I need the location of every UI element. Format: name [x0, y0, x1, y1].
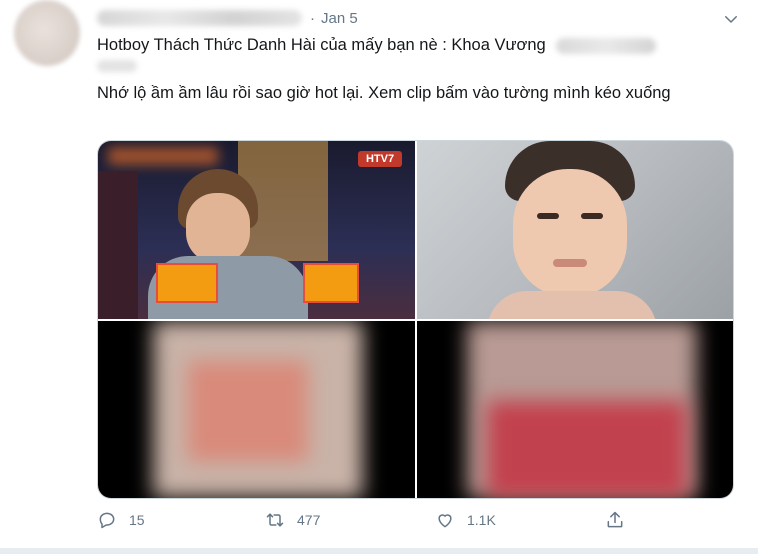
- small-frame-right: [303, 263, 359, 303]
- share-button[interactable]: [605, 510, 637, 530]
- tweet-text-body: Nhớ lộ ầm ầm lâu rồi sao giờ hot lại. Xe…: [97, 84, 671, 102]
- heart-icon: [438, 514, 452, 528]
- reply-count: 15: [129, 512, 145, 528]
- media-image-blurred-2[interactable]: [416, 321, 733, 498]
- media-grid: HTV7: [97, 140, 734, 499]
- portrait-eye-left: [536, 213, 559, 219]
- tweet-date[interactable]: Jan 5: [321, 10, 358, 27]
- avatar[interactable]: [14, 0, 80, 66]
- retweet-count: 477: [297, 512, 321, 528]
- retweet-button[interactable]: 477: [265, 510, 320, 530]
- chevron-down-icon[interactable]: [722, 10, 740, 28]
- like-count: 1.1K: [467, 512, 496, 528]
- blurred-overlay: [108, 147, 218, 165]
- blurred-username[interactable]: [97, 10, 302, 26]
- tweet-header: · Jan 5: [97, 6, 358, 30]
- blurred-mention: [555, 37, 656, 54]
- reply-button[interactable]: 15: [97, 510, 145, 530]
- portrait-neck: [486, 291, 657, 319]
- share-icon: [607, 511, 623, 528]
- portrait-mouth: [552, 259, 587, 267]
- tweet-text-title: Hotboy Thách Thức Danh Hài của mấy bạn n…: [97, 36, 546, 54]
- media-image-tv-show[interactable]: HTV7: [98, 141, 415, 319]
- person-face: [186, 193, 250, 263]
- tweet-actions: 15 477 1.1K: [97, 510, 637, 538]
- media-image-portrait[interactable]: [416, 141, 733, 319]
- like-button[interactable]: 1.1K: [435, 510, 496, 530]
- blurred-mention-continued: [97, 60, 137, 72]
- portrait-face: [512, 169, 627, 297]
- reply-icon: [99, 512, 115, 529]
- retweet-icon: [266, 513, 284, 527]
- blurred-content-red: [486, 401, 687, 498]
- blurred-content-center: [188, 361, 308, 461]
- divider: [0, 548, 758, 554]
- portrait-eye-right: [580, 213, 603, 219]
- channel-logo: HTV7: [358, 151, 402, 167]
- small-frame-left: [156, 263, 218, 303]
- tweet-text-line-1: Hotboy Thách Thức Danh Hài của mấy bạn n…: [97, 36, 656, 55]
- media-image-blurred-1[interactable]: [98, 321, 415, 498]
- separator-dot: ·: [310, 9, 315, 27]
- stage-dark-panel: [98, 171, 138, 319]
